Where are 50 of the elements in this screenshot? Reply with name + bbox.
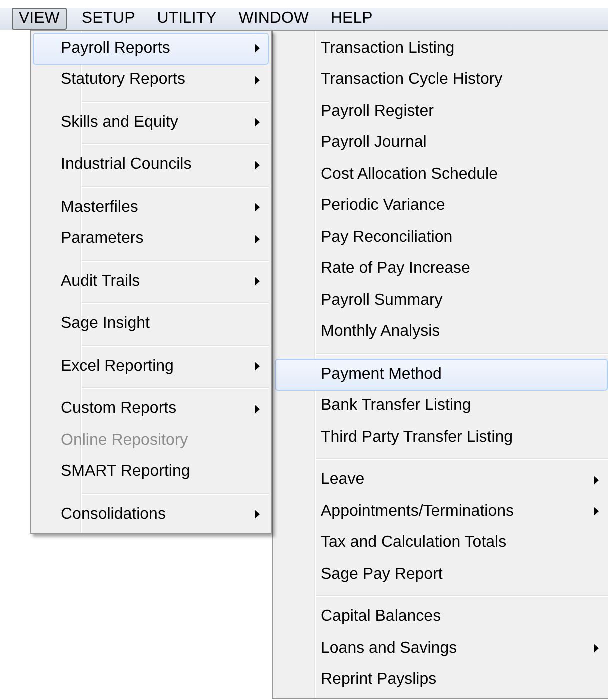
menu-item[interactable]: Excel Reporting — [33, 351, 269, 382]
submenu-arrow-icon — [255, 118, 260, 128]
menu-item[interactable]: Cost Allocation Schedule — [275, 159, 608, 190]
menu-item[interactable]: Appointments/Terminations — [275, 496, 608, 528]
menu-item[interactable]: Reprint Payslips — [275, 664, 608, 696]
menu-item[interactable]: Payroll Journal — [275, 128, 608, 159]
menu-item[interactable]: Monthly Analysis — [275, 316, 608, 348]
menu-item[interactable]: Payment Method — [275, 359, 608, 390]
menu-item[interactable]: Sage Insight — [33, 308, 269, 340]
menu-item[interactable]: Payroll Summary — [275, 285, 608, 316]
menu-item[interactable]: Custom Reports — [33, 394, 269, 425]
menu-bar-item[interactable]: UTILITY — [150, 8, 224, 30]
submenu-arrow-icon — [255, 44, 260, 54]
menu-bar-item[interactable]: WINDOW — [232, 8, 316, 30]
menu-bar-item[interactable]: SETUP — [74, 8, 142, 30]
menu-item[interactable]: Rate of Pay Increase — [275, 254, 608, 285]
menu-item[interactable]: Bank Transfer Listing — [275, 390, 608, 422]
menu-item[interactable]: SMART Reporting — [33, 456, 269, 488]
menu-item[interactable]: Masterfiles — [33, 192, 269, 224]
menu-item[interactable]: Leave — [275, 464, 608, 496]
submenu-arrow-icon — [255, 203, 260, 212]
submenu-arrow-icon — [255, 510, 260, 520]
submenu-arrow-icon — [594, 476, 599, 485]
menu-item[interactable]: Tax and Calculation Totals — [275, 528, 608, 559]
submenu-arrow-icon — [255, 404, 260, 414]
submenu-arrow-icon — [255, 362, 260, 372]
menu-item[interactable]: Periodic Variance — [275, 190, 608, 222]
menu-bar-item[interactable]: HELP — [324, 8, 380, 30]
menu-item[interactable]: Payroll Register — [275, 96, 608, 128]
menu-item[interactable]: Consolidations — [33, 499, 269, 530]
menu-item[interactable]: Audit Trails — [33, 266, 269, 298]
menu-item[interactable]: Industrial Councils — [33, 150, 269, 181]
submenu-arrow-icon — [594, 507, 599, 516]
menu-item[interactable]: Payroll Reports — [33, 33, 269, 64]
menu-item[interactable]: Third Party Transfer Listing — [275, 422, 608, 454]
menu-item[interactable]: Sage Pay Report — [275, 559, 608, 590]
menu-item[interactable]: Parameters — [33, 224, 269, 255]
submenu-arrow-icon — [255, 277, 260, 286]
menu-item[interactable]: Skills and Equity — [33, 107, 269, 138]
submenu-arrow-icon — [255, 234, 260, 244]
menu-item[interactable]: Transaction Cycle History — [275, 64, 608, 96]
menu-item[interactable]: Pay Reconciliation — [275, 222, 608, 254]
menu-item[interactable]: Statutory Reports — [33, 64, 269, 96]
submenu-arrow-icon — [255, 160, 260, 170]
submenu-arrow-icon — [255, 76, 260, 85]
menu-item[interactable]: Transaction Listing — [275, 33, 608, 64]
submenu-arrow-icon — [594, 644, 599, 654]
menu-bar-item[interactable]: VIEW — [12, 8, 67, 30]
menu-item[interactable]: Capital Balances — [275, 602, 608, 633]
menu-item[interactable]: Loans and Savings — [275, 633, 608, 664]
